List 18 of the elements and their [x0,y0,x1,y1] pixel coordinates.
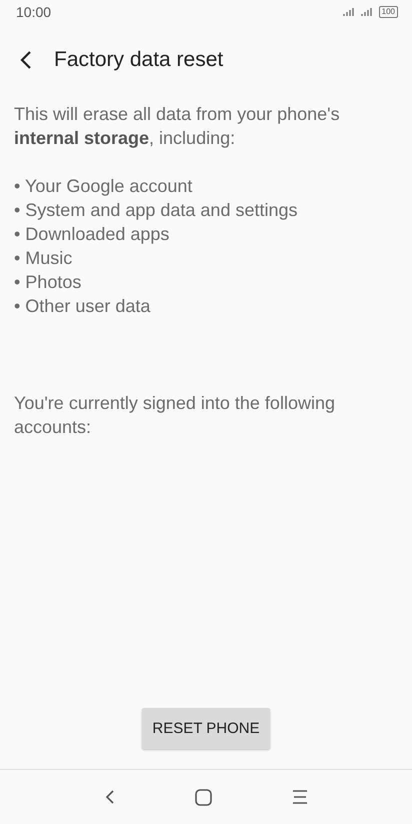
list-item: • Your Google account [14,175,194,198]
menu-icon[interactable] [292,790,308,804]
list-item: • Downloaded apps [14,223,170,246]
signal-icon [360,7,373,17]
page-title: Factory data reset [54,48,224,72]
status-time: 10:00 [16,4,52,20]
signal-icon [342,7,355,17]
list-item: • Other user data [14,295,152,318]
back-icon[interactable] [20,50,32,70]
back-icon[interactable] [104,789,114,805]
reset-phone-button[interactable]: RESET PHONE [142,708,270,749]
home-icon[interactable] [194,788,212,806]
battery-level: 100 [378,6,398,18]
accounts-note: You're currently signed into the following accounts: [14,392,336,439]
intro-text: This will erase all data from your phone's internal storage, including: [14,103,341,150]
list-item: • Photos [14,271,82,294]
list-item: • System and app data and settings [14,199,298,222]
list-item: • Music [14,247,74,270]
